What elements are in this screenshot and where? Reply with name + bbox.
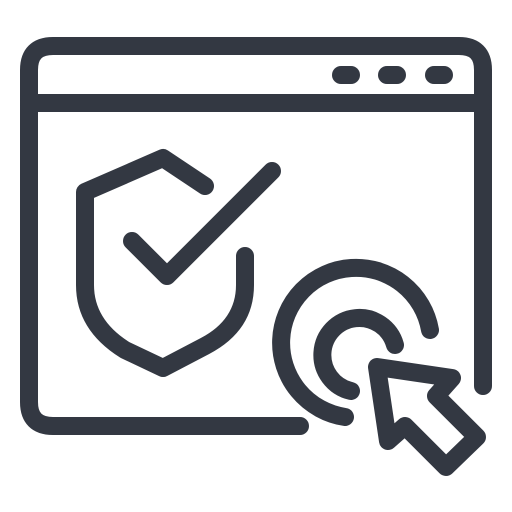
click-ripple-icon: [272, 258, 439, 426]
secure-website-click-icon: [0, 0, 512, 512]
cursor-arrow-outline: [368, 358, 486, 476]
cursor-arrow-icon: [368, 358, 486, 476]
icon-svg: [20, 37, 492, 476]
